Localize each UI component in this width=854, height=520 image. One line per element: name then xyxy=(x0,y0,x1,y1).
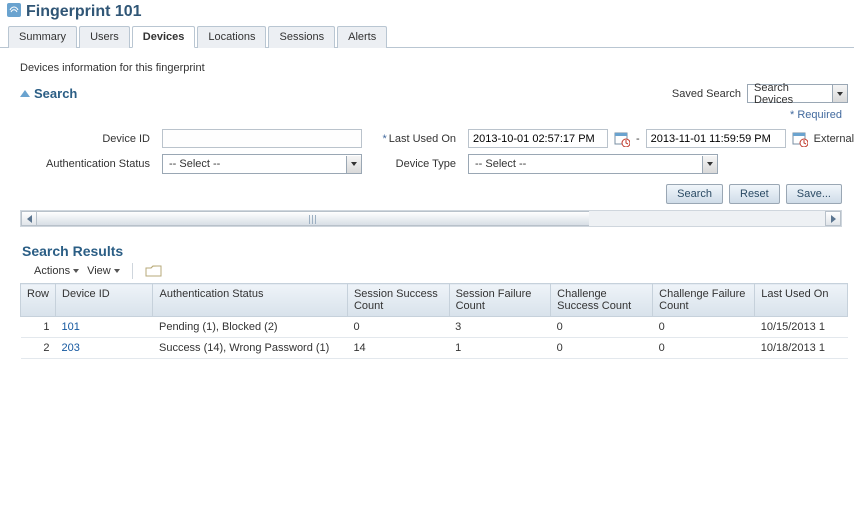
auth-status-select[interactable]: -- Select -- xyxy=(162,154,362,174)
tab-alerts[interactable]: Alerts xyxy=(337,26,387,48)
horizontal-scrollbar[interactable] xyxy=(20,210,842,227)
detach-icon[interactable] xyxy=(145,264,163,278)
cell-device-id[interactable]: 101 xyxy=(56,317,153,338)
tab-content: Devices information for this fingerprint… xyxy=(0,48,854,359)
tab-sessions[interactable]: Sessions xyxy=(268,26,335,48)
cell-last-used: 10/18/2013 1 xyxy=(755,338,848,359)
cell-auth-status: Success (14), Wrong Password (1) xyxy=(153,338,347,359)
last-used-label: *Last Used On xyxy=(370,133,460,145)
grip-icon xyxy=(309,215,317,224)
col-auth-status[interactable]: Authentication Status xyxy=(153,284,347,317)
last-used-range: - External Devic xyxy=(468,129,854,148)
dropdown-button[interactable] xyxy=(702,156,717,173)
cell-row: 1 xyxy=(21,317,56,338)
col-last-used[interactable]: Last Used On xyxy=(755,284,848,317)
cell-sess-success: 14 xyxy=(347,338,449,359)
saved-search: Saved Search Search Devices xyxy=(672,84,848,103)
table-row[interactable]: 1 101 Pending (1), Blocked (2) 0 3 0 0 1… xyxy=(21,317,848,338)
results-title: Search Results xyxy=(22,243,848,259)
chevron-down-icon xyxy=(837,92,843,96)
cell-auth-status: Pending (1), Blocked (2) xyxy=(153,317,347,338)
auth-status-value: -- Select -- xyxy=(163,158,346,170)
col-row[interactable]: Row xyxy=(21,284,56,317)
col-session-failure[interactable]: Session Failure Count xyxy=(449,284,551,317)
dropdown-button[interactable] xyxy=(832,85,847,102)
cell-sess-failure: 1 xyxy=(449,338,551,359)
toolbar-divider xyxy=(132,263,133,279)
calendar-icon[interactable] xyxy=(614,131,630,147)
device-type-label: Device Type xyxy=(370,158,460,170)
last-used-from-input[interactable] xyxy=(468,129,608,148)
scroll-right-button[interactable] xyxy=(825,211,841,226)
range-separator: - xyxy=(636,133,640,145)
disclose-triangle-icon[interactable] xyxy=(20,90,30,97)
cell-device-id[interactable]: 203 xyxy=(56,338,153,359)
cell-last-used: 10/15/2013 1 xyxy=(755,317,848,338)
button-row: Search Reset Save... xyxy=(20,180,848,208)
dropdown-button[interactable] xyxy=(346,156,361,173)
saved-search-label: Saved Search xyxy=(672,88,741,100)
search-header: Search Saved Search Search Devices xyxy=(20,84,848,103)
search-form: Device ID *Last Used On - External Devic… xyxy=(20,129,848,180)
results-toolbar: Actions View xyxy=(20,261,848,283)
results-table: Row Device ID Authentication Status Sess… xyxy=(20,283,848,359)
cell-chal-success: 0 xyxy=(551,317,653,338)
cell-chal-success: 0 xyxy=(551,338,653,359)
chevron-down-icon xyxy=(707,162,713,166)
view-menu[interactable]: View xyxy=(87,265,120,277)
scroll-left-button[interactable] xyxy=(21,211,37,226)
table-row[interactable]: 2 203 Success (14), Wrong Password (1) 1… xyxy=(21,338,848,359)
cell-chal-failure: 0 xyxy=(653,338,755,359)
scroll-thumb[interactable] xyxy=(37,211,589,226)
device-id-input[interactable] xyxy=(162,129,362,148)
calendar-icon[interactable] xyxy=(792,131,808,147)
tab-bar: Summary Users Devices Locations Sessions… xyxy=(0,25,854,48)
save-button[interactable]: Save... xyxy=(786,184,842,204)
device-id-label: Device ID xyxy=(24,133,154,145)
last-used-to-input[interactable] xyxy=(646,129,786,148)
page-title: Fingerprint 101 xyxy=(26,3,142,21)
col-challenge-success[interactable]: Challenge Success Count xyxy=(551,284,653,317)
chevron-left-icon xyxy=(27,215,32,223)
device-type-value: -- Select -- xyxy=(469,158,702,170)
info-line: Devices information for this fingerprint xyxy=(20,62,848,74)
search-button[interactable]: Search xyxy=(666,184,723,204)
tab-users[interactable]: Users xyxy=(79,26,130,48)
cell-sess-success: 0 xyxy=(347,317,449,338)
cell-chal-failure: 0 xyxy=(653,317,755,338)
search-title-row: Search xyxy=(20,86,77,101)
search-title: Search xyxy=(34,86,77,101)
auth-status-label: Authentication Status xyxy=(24,158,154,170)
cell-sess-failure: 3 xyxy=(449,317,551,338)
chevron-right-icon xyxy=(831,215,836,223)
col-challenge-failure[interactable]: Challenge Failure Count xyxy=(653,284,755,317)
actions-label: Actions xyxy=(34,265,70,277)
reset-button[interactable]: Reset xyxy=(729,184,780,204)
chevron-down-icon xyxy=(351,162,357,166)
scroll-track[interactable] xyxy=(37,211,825,226)
view-label: View xyxy=(87,265,111,277)
tab-summary[interactable]: Summary xyxy=(8,26,77,48)
device-type-select[interactable]: -- Select -- xyxy=(468,154,718,174)
tab-devices[interactable]: Devices xyxy=(132,26,196,48)
page-header: Fingerprint 101 xyxy=(0,0,854,25)
required-note: Required xyxy=(20,109,842,121)
saved-search-value: Search Devices xyxy=(748,82,832,106)
chevron-down-icon xyxy=(73,269,79,273)
cell-row: 2 xyxy=(21,338,56,359)
table-header-row: Row Device ID Authentication Status Sess… xyxy=(21,284,848,317)
tab-locations[interactable]: Locations xyxy=(197,26,266,48)
saved-search-select[interactable]: Search Devices xyxy=(747,84,848,103)
col-device-id[interactable]: Device ID xyxy=(56,284,153,317)
actions-menu[interactable]: Actions xyxy=(34,265,79,277)
col-session-success[interactable]: Session Success Count xyxy=(347,284,449,317)
chevron-down-icon xyxy=(114,269,120,273)
external-device-label: External Devic xyxy=(814,133,854,145)
fingerprint-icon xyxy=(6,2,22,21)
